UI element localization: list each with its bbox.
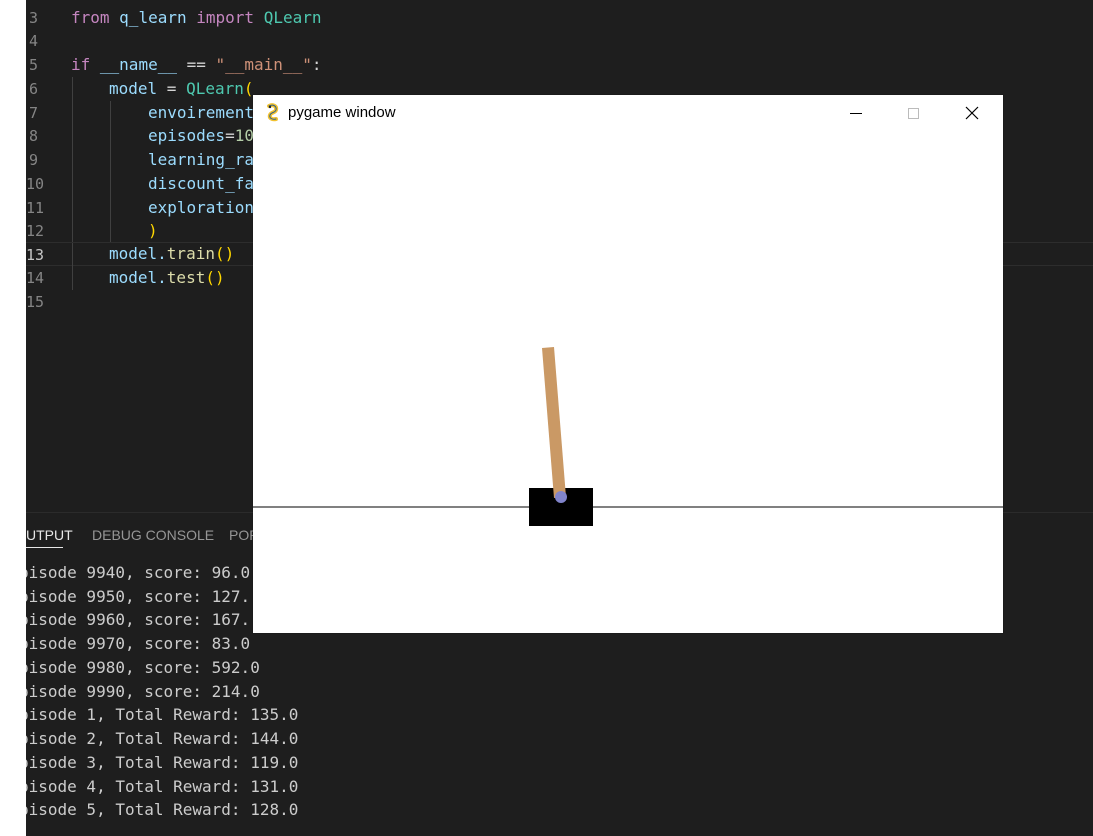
model-var: model bbox=[109, 79, 158, 98]
param-envoirement: envoirement bbox=[148, 103, 254, 122]
main-string: "__main__" bbox=[215, 55, 312, 74]
output-line: pisode 9990, score: 214.0 bbox=[26, 682, 260, 701]
line-number: 4 bbox=[28, 32, 38, 50]
window-titlebar[interactable]: pygame window bbox=[253, 95, 1003, 132]
output-line: pisode 4, Total Reward: 131.0 bbox=[26, 777, 299, 796]
call-parens: () bbox=[205, 268, 225, 287]
tab-output[interactable]: UTPUT bbox=[26, 527, 73, 543]
class-name: QLearn bbox=[263, 8, 322, 27]
indent-guide bbox=[110, 124, 111, 148]
output-line: pisode 9960, score: 167. bbox=[26, 610, 251, 629]
episodes-value: 10 bbox=[234, 126, 254, 145]
indent-guide bbox=[72, 77, 73, 101]
line-number: 9 bbox=[28, 151, 38, 169]
code-text[interactable]: exploration bbox=[148, 196, 254, 220]
code-text[interactable]: discount_fa bbox=[148, 172, 254, 196]
maximize-icon[interactable] bbox=[891, 95, 937, 132]
model-ref: model. bbox=[109, 244, 167, 263]
code-line-5[interactable]: 5 if __name__ == "__main__": bbox=[26, 53, 1093, 77]
pygame-snake-icon bbox=[263, 103, 283, 123]
axle bbox=[555, 491, 567, 503]
output-line: pisode 9980, score: 592.0 bbox=[26, 658, 260, 677]
line-number: 12 bbox=[26, 222, 45, 240]
operator-eq: = bbox=[225, 126, 235, 145]
line-number: 5 bbox=[28, 56, 38, 74]
close-icon[interactable] bbox=[950, 95, 996, 132]
close-paren: ) bbox=[148, 221, 158, 240]
code-text[interactable]: model.test() bbox=[109, 266, 225, 290]
code-text[interactable]: ) bbox=[148, 219, 158, 243]
output-line: pisode 2, Total Reward: 144.0 bbox=[26, 729, 299, 748]
indent-guide bbox=[110, 219, 111, 243]
keyword-import: import bbox=[196, 8, 255, 27]
tab-debug-console[interactable]: DEBUG CONSOLE bbox=[92, 527, 214, 543]
left-edge bbox=[0, 0, 26, 836]
minimize-icon[interactable] bbox=[833, 95, 879, 132]
test-method: test bbox=[166, 268, 206, 287]
line-number: 3 bbox=[28, 9, 38, 27]
code-line-3[interactable]: 3 from q_learn import QLearn bbox=[26, 6, 1093, 30]
indent-guide bbox=[72, 101, 73, 125]
module-name: q_learn bbox=[119, 8, 187, 27]
keyword-if: if bbox=[71, 55, 91, 74]
code-text[interactable]: episodes=10 bbox=[148, 124, 254, 148]
indent-guide bbox=[72, 219, 73, 243]
indent-guide bbox=[110, 148, 111, 172]
indent-guide bbox=[110, 101, 111, 125]
operator-assign: = bbox=[157, 79, 187, 98]
call-parens: () bbox=[214, 244, 235, 263]
output-line: pisode 1, Total Reward: 135.0 bbox=[26, 705, 299, 724]
indent-guide bbox=[72, 196, 73, 220]
line-number: 10 bbox=[26, 175, 45, 193]
line-number: 8 bbox=[28, 127, 38, 145]
output-line: pisode 9970, score: 83.0 bbox=[26, 634, 251, 653]
model-ref: model. bbox=[109, 268, 167, 287]
indent-guide bbox=[72, 148, 73, 172]
param-exploration: exploration bbox=[148, 198, 254, 217]
param-learning-rate: learning_ra bbox=[148, 150, 254, 169]
indent-guide bbox=[72, 266, 73, 290]
output-line: pisode 9940, score: 96.0 bbox=[26, 563, 251, 582]
cartpole-scene bbox=[253, 347, 1003, 526]
indent-guide bbox=[110, 196, 111, 220]
param-discount-factor: discount_fa bbox=[148, 174, 254, 193]
indent-guide bbox=[72, 172, 73, 196]
code-text[interactable]: model.train() bbox=[109, 242, 234, 266]
screen: 3 from q_learn import QLearn 4 5 if __na… bbox=[0, 0, 1093, 836]
pole bbox=[542, 347, 566, 498]
code-text[interactable]: if __name__ == "__main__": bbox=[71, 53, 321, 77]
output-line: pisode 3, Total Reward: 119.0 bbox=[26, 753, 299, 772]
line-number: 14 bbox=[26, 269, 45, 287]
indent-guide bbox=[110, 172, 111, 196]
line-number: 13 bbox=[26, 246, 45, 264]
code-text[interactable]: model = QLearn( bbox=[109, 77, 254, 101]
operator-eq: == bbox=[176, 55, 216, 74]
line-number: 11 bbox=[26, 199, 45, 217]
keyword-from: from bbox=[71, 8, 110, 27]
code-text[interactable]: envoirement bbox=[148, 101, 254, 125]
code-line-4[interactable]: 4 bbox=[26, 29, 1093, 53]
game-canvas[interactable] bbox=[253, 132, 1003, 633]
line-number: 15 bbox=[26, 293, 45, 311]
line-number: 7 bbox=[28, 104, 38, 122]
dunder-name: __name__ bbox=[99, 55, 177, 74]
param-episodes: episodes bbox=[148, 126, 226, 145]
active-tab-indicator bbox=[26, 547, 63, 548]
output-line: pisode 9950, score: 127. bbox=[26, 587, 251, 606]
line-number: 6 bbox=[28, 80, 38, 98]
colon: : bbox=[311, 55, 322, 74]
code-text[interactable]: learning_ra bbox=[148, 148, 254, 172]
output-line: pisode 5, Total Reward: 128.0 bbox=[26, 800, 299, 819]
train-method: train bbox=[166, 244, 215, 263]
code-text[interactable]: from q_learn import QLearn bbox=[71, 6, 321, 30]
qlearn-call: QLearn bbox=[186, 79, 244, 98]
window-title: pygame window bbox=[288, 104, 396, 121]
indent-guide bbox=[72, 124, 73, 148]
indent-guide bbox=[72, 243, 73, 267]
pygame-window[interactable]: pygame window bbox=[253, 95, 1003, 633]
